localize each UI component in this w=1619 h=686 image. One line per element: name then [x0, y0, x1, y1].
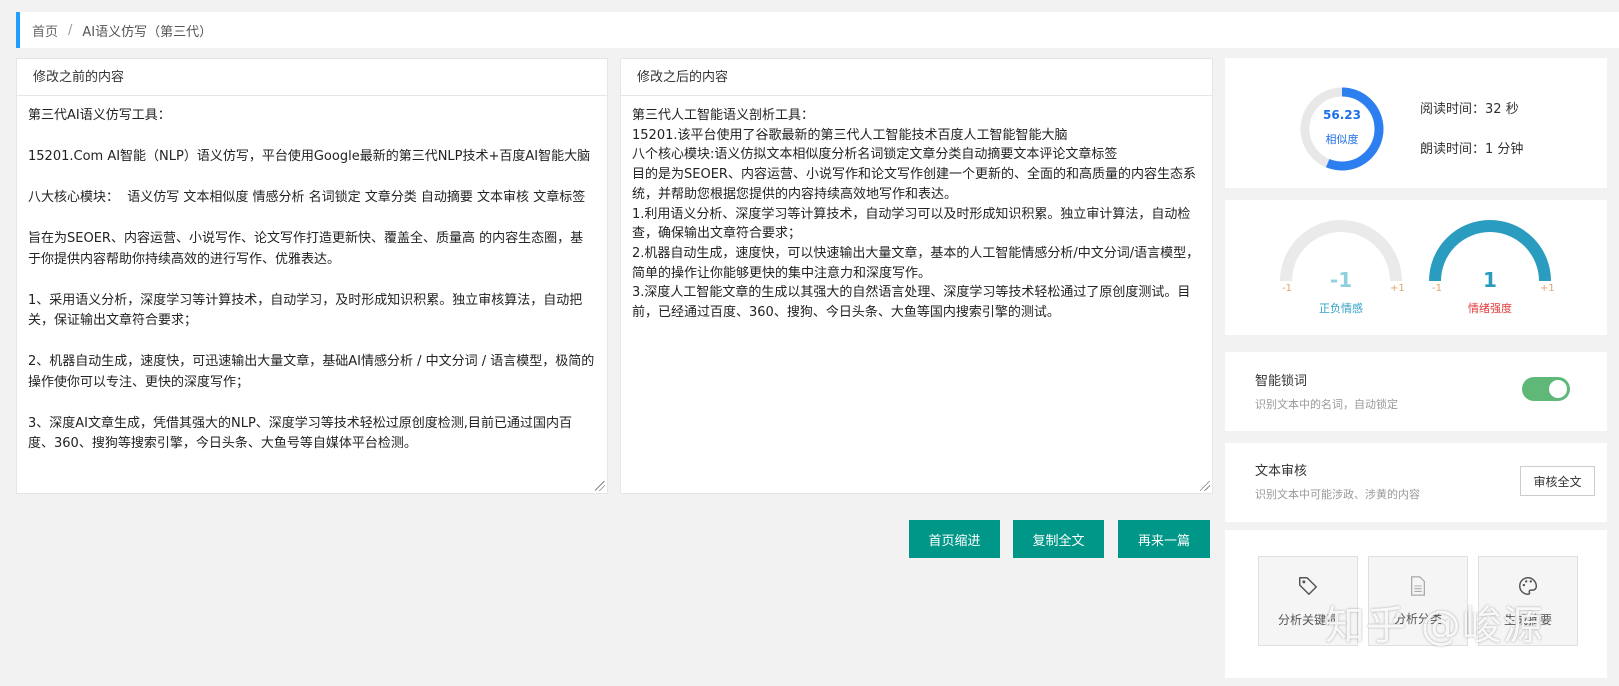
similarity-label: 相似度 — [1325, 133, 1359, 146]
breadcrumb-separator: / — [68, 22, 73, 38]
sentiment-label: 正负情感 — [1319, 302, 1363, 315]
breadcrumb-current: AI语义仿写（第三代） — [82, 24, 213, 40]
reading-time-value: 32 秒 — [1485, 102, 1519, 117]
indent-button[interactable]: 首页缩进 — [909, 520, 1000, 558]
reading-time-label: 阅读时间： — [1420, 102, 1486, 117]
similarity-value: 56.23 — [1323, 108, 1361, 122]
toggle-knob — [1549, 380, 1567, 398]
similarity-ring — [1300, 87, 1384, 171]
noun-lock-toggle[interactable] — [1522, 377, 1570, 401]
sentiment-value: -1 — [1329, 268, 1353, 292]
intensity-label: 情绪强度 — [1468, 302, 1512, 315]
speaking-time-label: 朗读时间： — [1420, 142, 1486, 157]
original-content-panel: 修改之前的内容 第三代AI语义仿写工具： 15201.Com AI智能（NLP）… — [16, 58, 608, 494]
breadcrumb-home-link[interactable]: 首页 — [32, 21, 58, 40]
tag-icon — [1299, 576, 1317, 595]
noun-lock-desc: 识别文本中的名词，自动锁定 — [1255, 398, 1398, 411]
speaking-time-value: 1 分钟 — [1485, 142, 1524, 157]
sentiment-min: -1 — [1282, 283, 1292, 294]
rewritten-content-textarea[interactable]: 第三代人工智能语义剖析工具： 15201.该平台使用了谷歌最新的第三代人工智能技… — [621, 96, 1212, 493]
rewritten-content-title: 修改之后的内容 — [621, 59, 1212, 96]
speaking-time: 朗读时间：1 分钟 — [1420, 138, 1523, 157]
regenerate-button[interactable]: 再来一篇 — [1118, 520, 1210, 558]
original-content-textarea[interactable]: 第三代AI语义仿写工具： 15201.Com AI智能（NLP）语义仿写，平台使… — [17, 96, 607, 493]
intensity-value: 1 — [1483, 268, 1497, 292]
text-review-desc: 识别文本中可能涉政、涉黄的内容 — [1255, 488, 1420, 501]
original-content-title: 修改之前的内容 — [17, 59, 607, 96]
copy-all-button[interactable]: 复制全文 — [1013, 520, 1104, 558]
noun-lock-title: 智能锁词 — [1255, 374, 1308, 389]
resize-handle-icon[interactable] — [595, 481, 605, 491]
rewritten-content-panel: 修改之后的内容 第三代人工智能语义剖析工具： 15201.该平台使用了谷歌最新的… — [620, 58, 1213, 494]
sentiment-max: +1 — [1390, 283, 1405, 294]
resize-handle-icon[interactable] — [1200, 481, 1210, 491]
review-all-button[interactable]: 审核全文 — [1520, 466, 1595, 496]
intensity-max: +1 — [1540, 283, 1555, 294]
breadcrumb: 首页 / AI语义仿写（第三代） — [16, 12, 1619, 48]
watermark-logo: 知乎 @峻源 — [1325, 603, 1544, 649]
intensity-min: -1 — [1432, 283, 1442, 294]
text-review-title: 文本审核 — [1255, 464, 1308, 479]
reading-time: 阅读时间：32 秒 — [1420, 98, 1519, 117]
similarity-card — [1225, 58, 1607, 188]
